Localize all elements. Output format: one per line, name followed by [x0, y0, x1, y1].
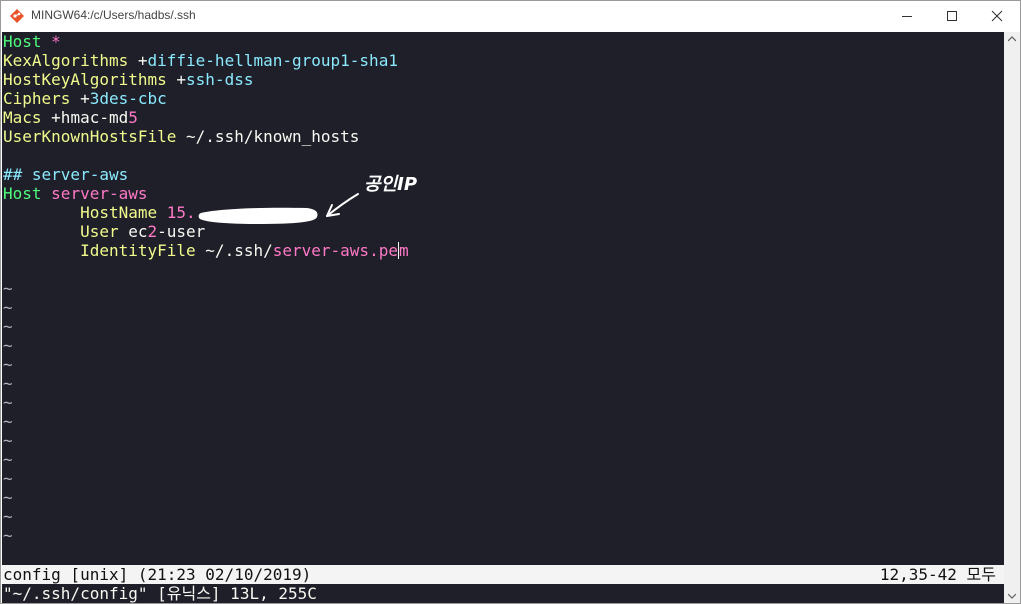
- empty-line-tilde: ~: [3, 374, 13, 393]
- code-line[interactable]: Ciphers +3des-cbc: [3, 89, 167, 108]
- code-token: diffie-hellman-group1-sha1: [147, 51, 398, 70]
- git-bash-icon: [10, 9, 24, 23]
- code-line[interactable]: Host server-aws: [3, 184, 148, 203]
- code-token: +: [176, 70, 187, 89]
- public-ip-annotation: 공인IP: [322, 170, 432, 240]
- code-token: 15.: [166, 203, 196, 222]
- code-line[interactable]: ## server-aws: [3, 165, 128, 184]
- vertical-scrollbar[interactable]: [1004, 32, 1020, 603]
- code-line[interactable]: HostName 15.: [3, 203, 196, 222]
- code-token: Macs: [3, 108, 52, 127]
- minimize-icon: [902, 16, 912, 17]
- code-token: Host: [3, 184, 52, 203]
- code-line[interactable]: IdentityFile ~/.ssh/server-aws.pem: [3, 241, 409, 260]
- code-token: ~/.ssh/known_hosts: [186, 127, 360, 146]
- status-file-info: config [unix] (21:23 02/10/2019): [3, 565, 312, 584]
- code-token: HostKeyAlgorithms: [3, 70, 177, 89]
- code-token: *: [51, 32, 61, 51]
- empty-line-tilde: ~: [3, 412, 13, 431]
- title-bar[interactable]: MINGW64:/c/Users/hadbs/.ssh: [1, 1, 1020, 31]
- empty-line-tilde: ~: [3, 298, 13, 317]
- code-token: m: [398, 241, 409, 260]
- code-token: ~/.ssh/: [205, 241, 273, 260]
- vim-editor[interactable]: Host * KexAlgorithms +diffie-hellman-grou…: [2, 32, 1004, 603]
- code-token: KexAlgorithms: [3, 51, 138, 70]
- code-token: User: [3, 222, 129, 241]
- terminal-window: MINGW64:/c/Users/hadbs/.ssh Host * KexAlg…: [0, 0, 1021, 604]
- empty-line-tilde: ~: [3, 488, 13, 507]
- code-token: +hmac-md: [51, 108, 129, 127]
- scroll-up-icon[interactable]: [1008, 36, 1016, 42]
- arrow-icon: [326, 193, 359, 217]
- empty-line-tilde: ~: [3, 507, 13, 526]
- annotation-label: 공인IP: [364, 174, 418, 195]
- empty-line-tilde: ~: [3, 526, 13, 545]
- code-token: 2: [147, 222, 158, 241]
- scroll-down-icon[interactable]: [1008, 593, 1016, 599]
- redaction-mark: [198, 207, 318, 224]
- code-token: +: [137, 51, 148, 70]
- code-line[interactable]: HostKeyAlgorithms +ssh-dss: [3, 70, 253, 89]
- close-button[interactable]: [974, 1, 1020, 31]
- code-token: ssh-dss: [186, 70, 254, 89]
- empty-line-tilde: ~: [3, 469, 13, 488]
- code-token: server-aws.pe: [272, 241, 398, 260]
- code-line[interactable]: UserKnownHostsFile ~/.ssh/known_hosts: [3, 127, 359, 146]
- maximize-icon: [947, 11, 957, 21]
- code-token: Host: [3, 32, 52, 51]
- code-token: ## server-aws: [3, 165, 129, 184]
- empty-line-tilde: ~: [3, 393, 13, 412]
- code-line[interactable]: Host *: [3, 32, 61, 51]
- maximize-button[interactable]: [929, 1, 975, 31]
- code-token: +: [80, 89, 90, 108]
- code-line[interactable]: User ec2-user: [3, 222, 205, 241]
- empty-line-tilde: ~: [3, 317, 13, 336]
- status-cursor-position: 12,35-42 모두: [879, 565, 996, 584]
- code-token: IdentityFile: [3, 241, 206, 260]
- code-token: ec: [128, 222, 148, 241]
- window-title: MINGW64:/c/Users/hadbs/.ssh: [31, 8, 196, 22]
- empty-line-tilde: ~: [3, 279, 13, 298]
- code-token: Ciphers: [3, 89, 81, 108]
- empty-line-tilde: ~: [3, 355, 13, 374]
- empty-line-tilde: ~: [3, 450, 13, 469]
- code-token: HostName: [3, 203, 167, 222]
- code-token: UserKnownHostsFile: [3, 127, 187, 146]
- code-token: 3des-cbc: [89, 89, 167, 108]
- code-token: 5: [128, 108, 138, 127]
- code-token: server-aws: [51, 184, 148, 203]
- code-line[interactable]: KexAlgorithms +diffie-hellman-group1-sha…: [3, 51, 398, 70]
- minimize-button[interactable]: [884, 1, 930, 31]
- vim-command-line[interactable]: "~/.ssh/config" [유닉스] 13L, 255C: [3, 584, 317, 603]
- vim-status-line: config [unix] (21:23 02/10/2019) 12,35-4…: [2, 565, 1004, 584]
- code-line[interactable]: Macs +hmac-md5: [3, 108, 138, 127]
- empty-line-tilde: ~: [3, 336, 13, 355]
- close-icon: [991, 10, 1003, 22]
- empty-line-tilde: ~: [3, 431, 13, 450]
